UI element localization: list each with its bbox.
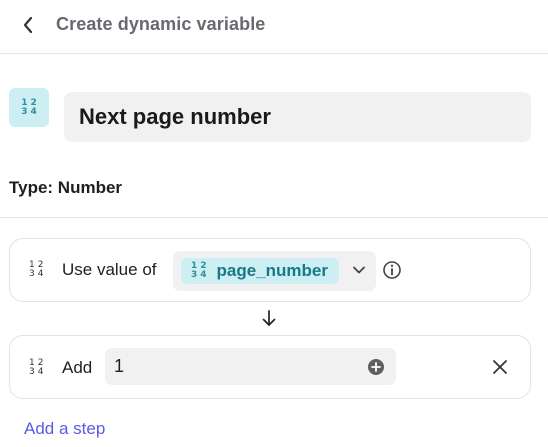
insert-variable-icon[interactable] xyxy=(367,358,385,376)
header: Create dynamic variable xyxy=(0,0,548,54)
type-label: Type: Number xyxy=(9,178,123,197)
step-label: Add xyxy=(62,358,93,377)
number-type-icon: 1 2 3 4 xyxy=(29,358,44,377)
add-step-link[interactable]: Add a step xyxy=(24,419,105,439)
chevron-down-icon[interactable] xyxy=(352,263,366,277)
arrow-down-icon xyxy=(262,310,276,326)
step-label: Use value of xyxy=(62,260,157,279)
selected-variable: page_number xyxy=(216,261,329,280)
back-button[interactable] xyxy=(16,12,40,38)
number-glyph: 1 2 3 4 xyxy=(21,97,37,117)
page-title: Create dynamic variable xyxy=(56,14,266,34)
step-use-value: 1 2 3 4 Use value of 1 2 3 4 page_number xyxy=(9,238,531,302)
add-value-input[interactable]: 1 xyxy=(105,348,396,385)
chevron-left-icon[interactable] xyxy=(22,16,34,34)
remove-step-icon[interactable] xyxy=(490,357,510,377)
step-add: 1 2 3 4 Add 1 xyxy=(9,335,531,399)
divider xyxy=(0,217,548,218)
info-icon[interactable] xyxy=(382,260,402,280)
variable-select[interactable]: 1 2 3 4 page_number xyxy=(173,251,376,291)
number-type-icon: 1 2 3 4 xyxy=(29,260,44,279)
number-type-icon: 1 2 3 4 xyxy=(191,261,207,280)
variable-chip: 1 2 3 4 page_number xyxy=(181,258,339,284)
number-type-icon: 1 2 3 4 xyxy=(9,88,49,127)
variable-name-input[interactable]: Next page number xyxy=(64,92,531,142)
add-value: 1 xyxy=(114,356,125,376)
